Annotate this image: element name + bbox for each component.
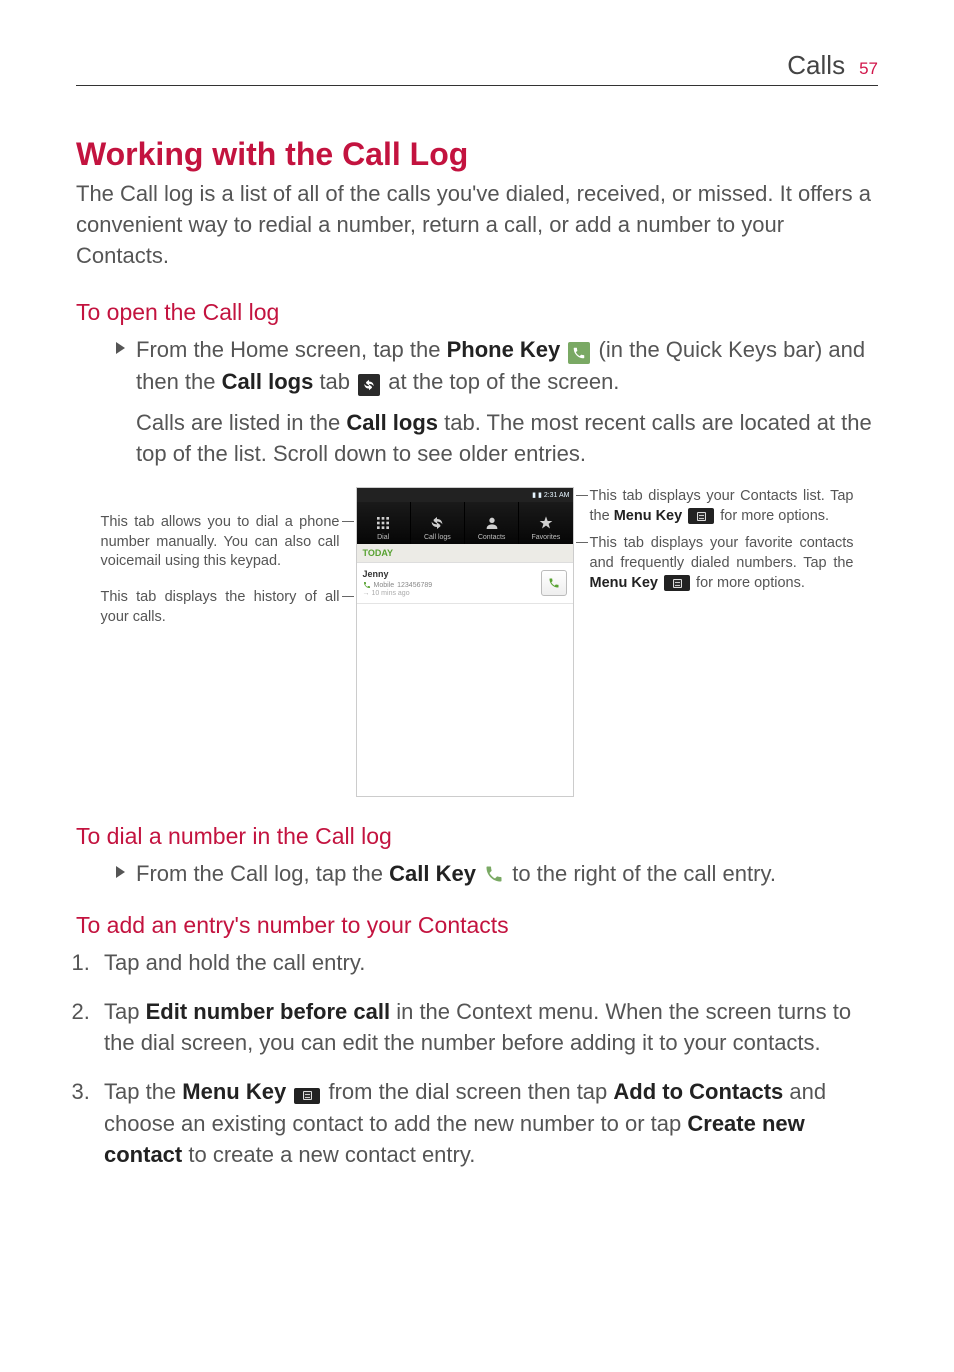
outgoing-icon xyxy=(363,581,371,589)
text: Tap the xyxy=(104,1079,182,1104)
entry-type: Mobile xyxy=(374,582,395,589)
phone-key-icon xyxy=(568,342,590,364)
intro-paragraph: The Call log is a list of all of the cal… xyxy=(76,179,878,271)
entry-number: 123456789 xyxy=(397,582,432,589)
bullet-triangle-icon xyxy=(116,866,125,878)
text: Calls are listed in the xyxy=(136,410,346,435)
step-3: Tap the Menu Key from the dial screen th… xyxy=(96,1076,878,1170)
heading-open-call-log: To open the Call log xyxy=(76,299,878,326)
status-bar: ▮ ▮ 2:31 AM xyxy=(357,488,573,502)
text: to create a new contact entry. xyxy=(182,1142,475,1167)
phone-illustration: This tab allows you to dial a phone numb… xyxy=(76,487,878,797)
header-page-number: 57 xyxy=(859,59,878,79)
open-call-log-para2: Calls are listed in the Call logs tab. T… xyxy=(136,407,878,469)
heading-add-to-contacts: To add an entry's number to your Contact… xyxy=(76,912,878,939)
tab-call-logs[interactable]: Call logs xyxy=(411,502,465,544)
call-logs-tab-icon xyxy=(358,374,380,396)
menu-key-icon xyxy=(664,575,690,591)
dial-number-step: From the Call log, tap the Call Key to t… xyxy=(116,858,878,889)
callout-favorites-tab: This tab displays your favorite contacts… xyxy=(590,534,854,593)
tab-label: Call logs xyxy=(424,534,451,541)
phone-tabs: Dial Call logs Contacts Favorites xyxy=(357,502,573,544)
text: Tap xyxy=(104,999,146,1024)
dial-icon xyxy=(374,514,392,532)
text: This tab displays your favorite contacts… xyxy=(590,535,854,571)
tab-dial[interactable]: Dial xyxy=(357,502,411,544)
signal-icon: ▮ xyxy=(532,491,536,499)
call-log-entry[interactable]: Jenny Mobile 123456789 → 10 mins ago xyxy=(357,563,573,604)
text: from the dial screen then tap xyxy=(328,1079,613,1104)
text-bold: Call logs xyxy=(346,410,438,435)
favorites-icon xyxy=(537,514,555,532)
menu-key-label: Menu Key xyxy=(590,575,659,591)
step-1: Tap and hold the call entry. xyxy=(96,947,878,978)
call-logs-icon xyxy=(428,514,446,532)
tab-contacts[interactable]: Contacts xyxy=(465,502,519,544)
battery-icon: ▮ xyxy=(538,491,542,499)
entry-call-button[interactable] xyxy=(541,570,567,596)
menu-key-label: Menu Key xyxy=(182,1079,286,1104)
contacts-icon xyxy=(483,514,501,532)
today-header: TODAY xyxy=(357,544,573,563)
phone-mock: ▮ ▮ 2:31 AM Dial Call logs Contacts xyxy=(356,487,574,797)
step-2: Tap Edit number before call in the Conte… xyxy=(96,996,878,1058)
text-bold: Add to Contacts xyxy=(613,1079,783,1104)
tab-favorites[interactable]: Favorites xyxy=(519,502,572,544)
entry-time: 10 mins ago xyxy=(371,590,409,597)
menu-key-icon xyxy=(294,1088,320,1104)
callout-dial-tab: This tab allows you to dial a phone numb… xyxy=(101,513,340,572)
tab-label: Favorites xyxy=(531,534,560,541)
callout-contacts-tab: This tab displays your Contacts list. Ta… xyxy=(590,487,854,526)
text: tab xyxy=(313,369,356,394)
page-title: Working with the Call Log xyxy=(76,136,878,173)
bullet-triangle-icon xyxy=(116,342,125,354)
heading-dial-number: To dial a number in the Call log xyxy=(76,823,878,850)
menu-key-icon xyxy=(688,508,714,524)
text-bold: Edit number before call xyxy=(146,999,391,1024)
text: to the right of the call entry. xyxy=(512,861,776,886)
menu-key-label: Menu Key xyxy=(614,508,683,524)
text: From the Call log, tap the xyxy=(136,861,389,886)
phone-key-label: Phone Key xyxy=(447,337,561,362)
header-section: Calls xyxy=(787,50,845,81)
page-header: Calls 57 xyxy=(76,50,878,86)
open-call-log-step: From the Home screen, tap the Phone Key … xyxy=(116,334,878,396)
text: From the Home screen, tap the xyxy=(136,337,447,362)
callout-calllogs-tab: This tab displays the history of all you… xyxy=(101,588,340,627)
call-key-icon xyxy=(484,861,504,881)
call-key-label: Call Key xyxy=(389,861,476,886)
text: for more options. xyxy=(692,575,805,591)
entry-name: Jenny xyxy=(363,569,535,579)
status-time: 2:31 AM xyxy=(544,492,570,499)
call-logs-label: Call logs xyxy=(222,369,314,394)
text: for more options. xyxy=(716,508,829,524)
text: at the top of the screen. xyxy=(388,369,619,394)
tab-label: Contacts xyxy=(478,534,506,541)
add-to-contacts-steps: Tap and hold the call entry. Tap Edit nu… xyxy=(76,947,878,1170)
tab-label: Dial xyxy=(377,534,389,541)
